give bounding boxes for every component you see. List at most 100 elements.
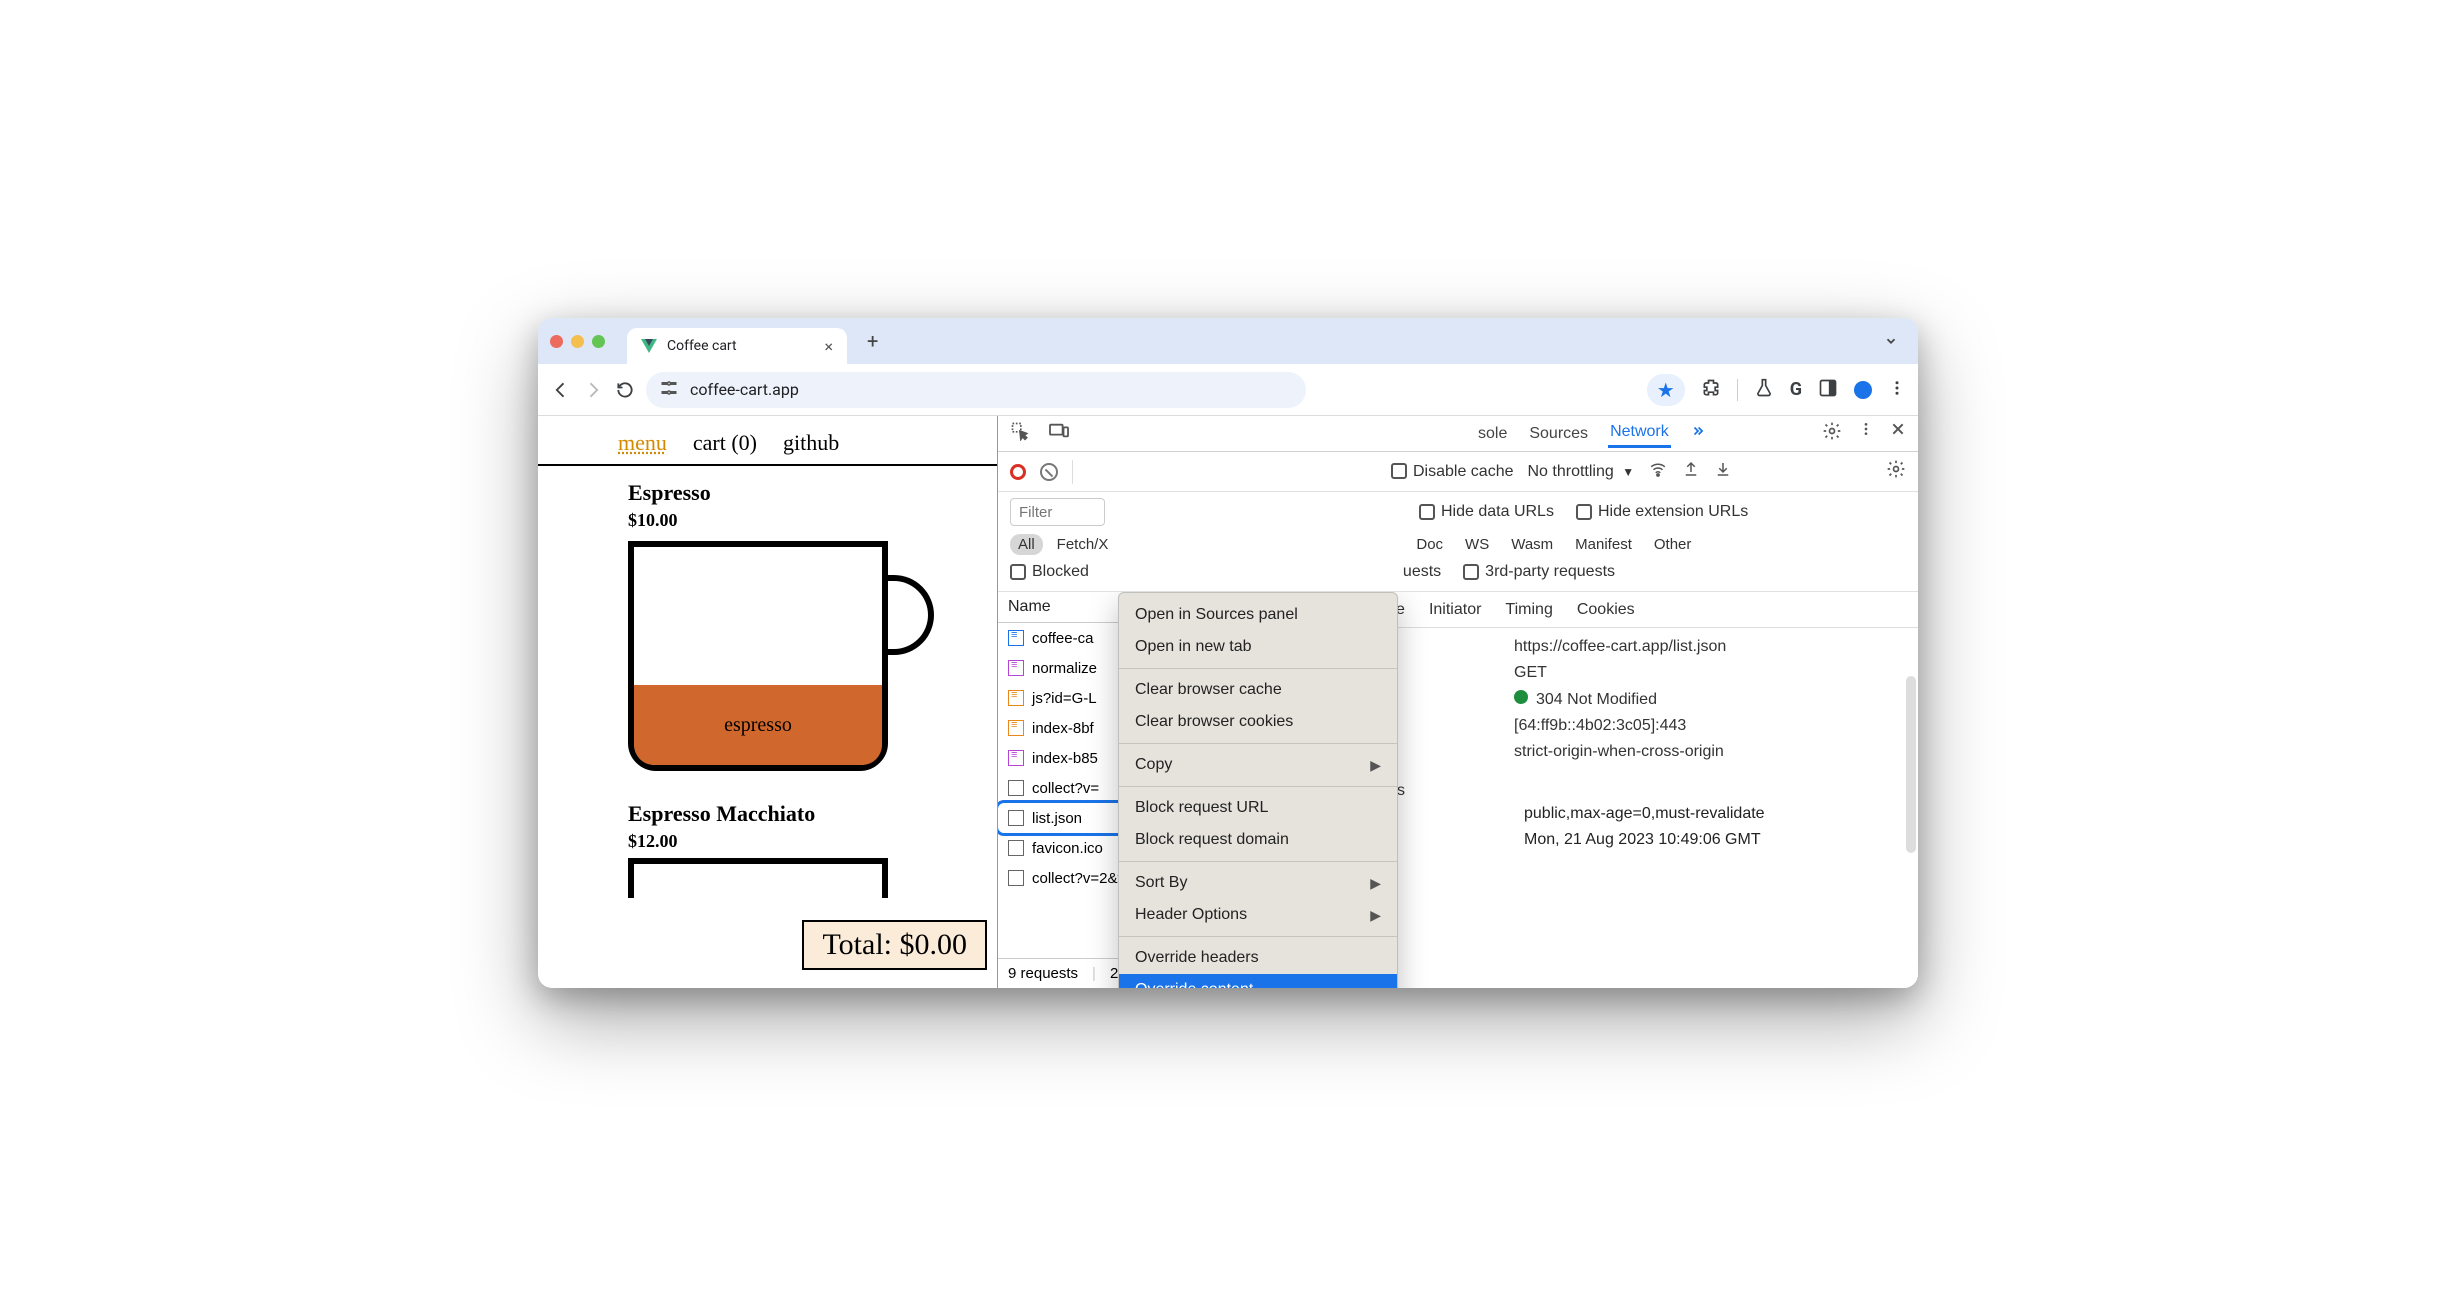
filter-chip-doc[interactable]: Doc (1408, 534, 1451, 555)
request-count: 9 requests (1008, 965, 1078, 982)
inspect-icon[interactable] (1010, 421, 1030, 446)
settings-gear-icon[interactable] (1822, 421, 1842, 446)
nav-separator (538, 464, 997, 466)
close-devtools-icon[interactable] (1890, 421, 1906, 446)
kebab-menu-icon[interactable] (1888, 379, 1906, 401)
devtools-tabstrip: sole Sources Network (998, 416, 1918, 452)
reader-icon[interactable] (1818, 378, 1838, 402)
ctx-override-content[interactable]: Override content (1119, 974, 1397, 988)
ctx-clear-cookies[interactable]: Clear browser cookies (1119, 706, 1397, 738)
address-bar[interactable]: coffee-cart.app (646, 372, 1306, 408)
css-file-icon (1008, 660, 1024, 676)
request-name: coffee-ca (1032, 630, 1093, 647)
close-tab-icon[interactable]: × (824, 337, 833, 356)
request-context-menu: Open in Sources panel Open in new tab Cl… (1118, 592, 1398, 988)
more-tabs-icon[interactable] (1689, 424, 1707, 443)
forward-button[interactable] (582, 379, 604, 401)
detail-tab-initiator[interactable]: Initiator (1429, 601, 1481, 619)
devtools-panel: sole Sources Network (998, 416, 1918, 988)
browser-tab[interactable]: Coffee cart × (627, 328, 847, 364)
third-party-checkbox[interactable]: 3rd-party requests (1463, 563, 1615, 581)
toolbar-actions: ★ G (1647, 374, 1906, 406)
tab-network[interactable]: Network (1608, 419, 1671, 448)
hide-ext-urls-checkbox[interactable]: Hide extension URLs (1576, 503, 1748, 521)
disable-cache-checkbox[interactable]: Disable cache (1391, 463, 1514, 481)
ctx-copy-submenu[interactable]: Copy▶ (1119, 749, 1397, 781)
request-method: GET (1514, 664, 1902, 682)
close-window-icon[interactable] (550, 335, 563, 348)
google-icon[interactable]: G (1790, 379, 1802, 400)
cart-total[interactable]: Total: $0.00 (802, 920, 987, 970)
network-toolbar: Disable cache No throttling ▼ (998, 452, 1918, 492)
device-toolbar-icon[interactable] (1048, 422, 1070, 445)
tab-console[interactable]: sole (1476, 421, 1509, 447)
labs-icon[interactable] (1754, 378, 1774, 402)
header-value: Mon, 21 Aug 2023 10:49:06 GMT (1524, 831, 1761, 849)
filter-chip-fetch[interactable]: Fetch/X (1049, 534, 1117, 555)
new-tab-button[interactable]: + (857, 329, 888, 353)
html-file-icon (1008, 630, 1024, 646)
download-har-icon[interactable] (1714, 460, 1732, 483)
ctx-open-sources[interactable]: Open in Sources panel (1119, 599, 1397, 631)
filter-chip-other[interactable]: Other (1646, 534, 1700, 555)
request-name: index-8bf (1032, 720, 1094, 737)
js-file-icon (1008, 690, 1024, 706)
ctx-override-headers[interactable]: Override headers (1119, 942, 1397, 974)
ctx-open-new-tab[interactable]: Open in new tab (1119, 631, 1397, 663)
request-url: https://coffee-cart.app/list.json (1514, 638, 1902, 656)
ctx-header-options-submenu[interactable]: Header Options▶ (1119, 899, 1397, 931)
network-filter-bar: Hide data URLs Hide extension URLs All F… (998, 492, 1918, 592)
nav-github-link[interactable]: github (783, 430, 839, 456)
ctx-block-url[interactable]: Block request URL (1119, 792, 1397, 824)
ctx-block-domain[interactable]: Block request domain (1119, 824, 1397, 856)
kebab-menu-icon[interactable] (1858, 421, 1874, 446)
upload-har-icon[interactable] (1682, 460, 1700, 483)
wifi-icon[interactable] (1648, 460, 1668, 483)
scrollbar[interactable] (1906, 676, 1916, 853)
filter-input[interactable] (1010, 498, 1105, 526)
site-settings-icon[interactable] (660, 379, 678, 401)
throttling-dropdown[interactable]: No throttling ▼ (1528, 463, 1635, 481)
request-name: js?id=G-L (1032, 690, 1097, 707)
nav-menu-link[interactable]: menu (618, 430, 667, 456)
coffee-cup-icon[interactable]: espresso (628, 541, 888, 771)
hide-data-urls-checkbox[interactable]: Hide data URLs (1419, 503, 1554, 521)
tabs-dropdown-icon[interactable] (1876, 326, 1906, 356)
filter-chip-all[interactable]: All (1010, 534, 1043, 555)
bookmark-button[interactable]: ★ (1647, 374, 1685, 406)
minimize-window-icon[interactable] (571, 335, 584, 348)
profile-avatar[interactable] (1854, 381, 1872, 399)
detail-tab-timing[interactable]: Timing (1505, 601, 1552, 619)
url-text: coffee-cart.app (690, 380, 799, 399)
separator (1737, 379, 1738, 401)
clear-icon[interactable] (1040, 463, 1058, 481)
product-title: Espresso Macchiato (628, 801, 977, 827)
extensions-icon[interactable] (1701, 378, 1721, 402)
filter-chip-manifest[interactable]: Manifest (1567, 534, 1640, 555)
other-file-icon (1008, 840, 1024, 856)
nav-cart-link[interactable]: cart (0) (693, 430, 757, 456)
request-name: list.json (1032, 810, 1082, 827)
back-button[interactable] (550, 379, 572, 401)
ctx-sort-by-submenu[interactable]: Sort By▶ (1119, 867, 1397, 899)
record-icon[interactable] (1010, 464, 1026, 480)
reload-button[interactable] (614, 379, 636, 401)
titlebar: Coffee cart × + (538, 318, 1918, 364)
other-file-icon (1008, 870, 1024, 886)
network-settings-gear-icon[interactable] (1886, 459, 1906, 484)
product-price: $10.00 (628, 510, 977, 531)
tab-sources[interactable]: Sources (1527, 421, 1590, 447)
js-file-icon (1008, 720, 1024, 736)
detail-tab-cookies[interactable]: Cookies (1577, 601, 1635, 619)
blocked-response-checkbox[interactable]: Blocked (1010, 563, 1089, 581)
status-dot-icon (1514, 690, 1528, 704)
filter-chip-ws[interactable]: WS (1457, 534, 1497, 555)
cup-fill-label: espresso (634, 685, 882, 765)
browser-toolbar: coffee-cart.app ★ G (538, 364, 1918, 416)
request-list-panel: Name coffee-canormalizejs?id=G-Lindex-8b… (998, 592, 1238, 988)
ctx-clear-cache[interactable]: Clear browser cache (1119, 674, 1397, 706)
filter-chip-wasm[interactable]: Wasm (1503, 534, 1561, 555)
tab-title: Coffee cart (667, 338, 737, 354)
request-name: favicon.ico (1032, 840, 1103, 857)
maximize-window-icon[interactable] (592, 335, 605, 348)
